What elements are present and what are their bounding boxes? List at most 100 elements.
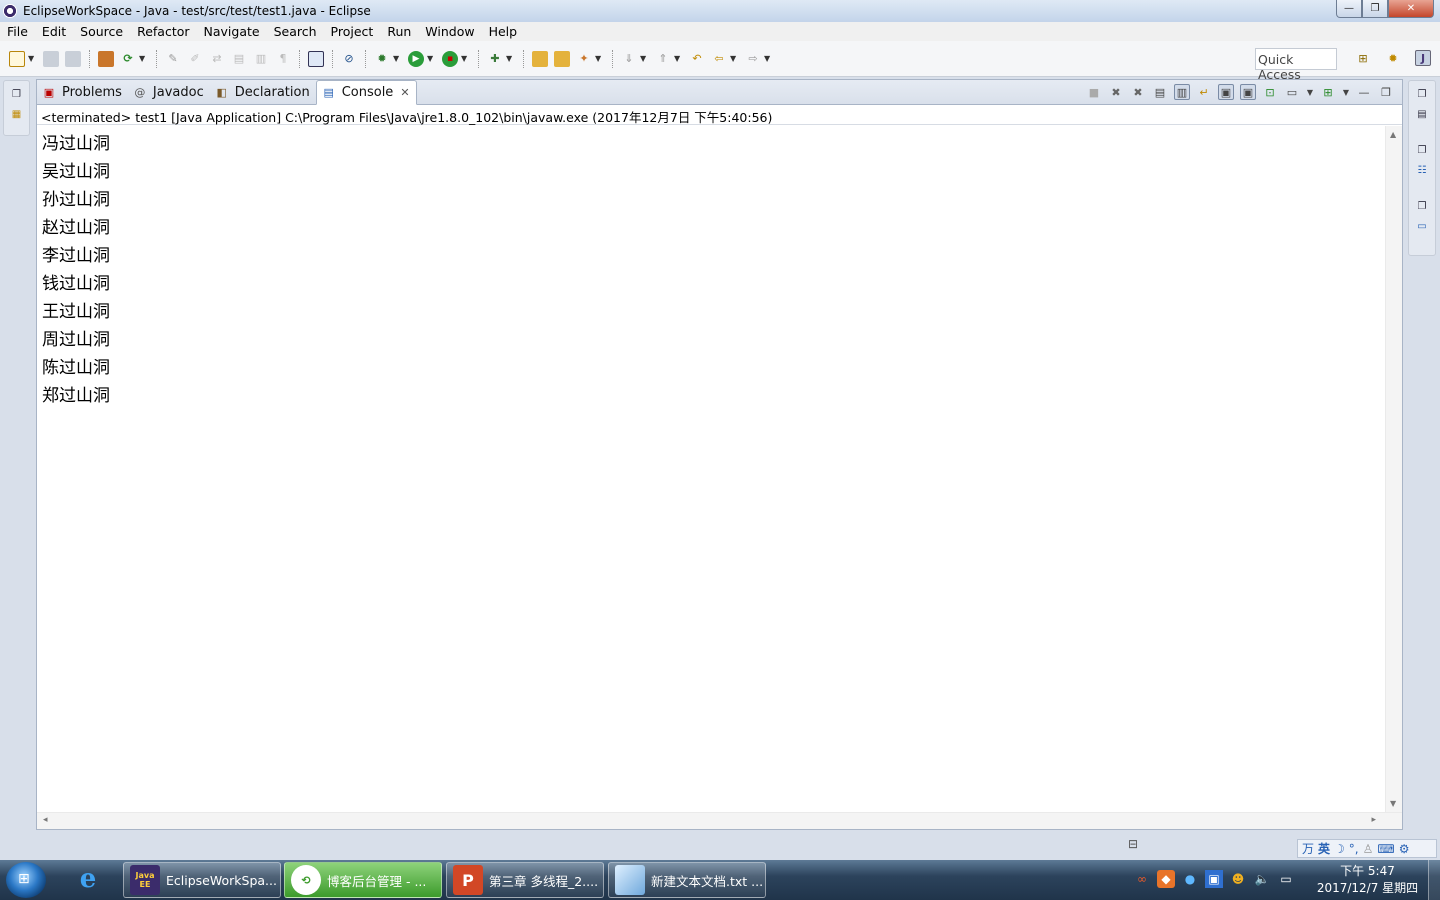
next-annotation-icon[interactable]: ⇓ — [621, 51, 637, 67]
internet-explorer-icon[interactable]: e — [70, 864, 106, 896]
back-arrow-icon[interactable]: ⇦ — [711, 51, 727, 67]
menu-refactor[interactable]: Refactor — [132, 24, 194, 39]
new-java-project-icon[interactable]: ✚ — [487, 51, 503, 67]
maximize-button[interactable]: ❐ — [1362, 0, 1388, 18]
scroll-right-icon[interactable]: ▸ — [1371, 815, 1376, 825]
close-button[interactable]: ✕ — [1388, 0, 1434, 18]
forward-arrow-icon[interactable]: ⇨ — [745, 51, 761, 67]
search-dropdown-icon[interactable]: ▼ — [595, 54, 603, 63]
ime-toolbar[interactable]: 万 英 ☽ °, ♙ ⌨ ⚙ — [1297, 839, 1437, 858]
taskbar-item-browser[interactable]: ⟲ 博客后台管理 - ... — [284, 862, 442, 898]
pin-console-icon[interactable]: ⊡ — [1262, 84, 1278, 100]
terminate-icon[interactable]: ■ — [1086, 84, 1102, 100]
console-toolbar-icon[interactable] — [308, 50, 324, 67]
search-icon[interactable]: ✦ — [576, 51, 592, 67]
new-java-dropdown-icon[interactable]: ▼ — [506, 54, 514, 63]
run-icon[interactable]: ▶ — [408, 50, 424, 67]
previous-annotation-icon[interactable]: ⇑ — [655, 51, 671, 67]
vertical-scrollbar[interactable]: ▲ ▼ — [1385, 126, 1402, 812]
new-dropdown-icon[interactable]: ▼ — [28, 54, 36, 63]
clear-console-icon[interactable]: ▤ — [1152, 84, 1168, 100]
tray-security-icon[interactable]: ◆ — [1157, 870, 1175, 888]
save-all-icon[interactable] — [65, 50, 81, 67]
previous-annotation-dropdown-icon[interactable]: ▼ — [674, 54, 682, 63]
run-dropdown-icon[interactable]: ▼ — [427, 54, 435, 63]
ime-punctuation-icon[interactable]: °, — [1349, 842, 1359, 856]
display-console-dropdown-icon[interactable]: ▼ — [1306, 84, 1314, 100]
network-icon[interactable]: ▭ — [1277, 870, 1295, 888]
tray-app-icon[interactable]: ∞ — [1133, 870, 1151, 888]
tab-console[interactable]: ▤ Console ✕ — [315, 80, 417, 105]
scroll-left-icon[interactable]: ◂ — [43, 815, 48, 825]
debug-icon[interactable]: ✹ — [374, 51, 390, 67]
taskbar-item-powerpoint[interactable]: P 第三章 多线程_2.... — [446, 862, 604, 898]
package-explorer-icon[interactable]: ▦ — [11, 109, 23, 121]
volume-icon[interactable]: 🔈 — [1253, 870, 1271, 888]
ime-keyboard-icon[interactable]: ⌨ — [1377, 842, 1394, 856]
ime-moon-icon[interactable]: ☽ — [1334, 842, 1345, 856]
minimize-view-icon[interactable]: — — [1356, 84, 1372, 100]
menu-window[interactable]: Window — [420, 24, 479, 39]
taskbar-item-notepad[interactable]: 新建文本文档.txt ... — [608, 862, 766, 898]
horizontal-scrollbar[interactable]: ◂ ▸ — [37, 812, 1402, 829]
scroll-lock-icon[interactable]: ▥ — [1174, 84, 1190, 100]
show-on-stdout-icon[interactable]: ▣ — [1218, 84, 1234, 100]
restore-icon[interactable]: ❐ — [1416, 145, 1428, 157]
progress-icon[interactable]: ⊟ — [1128, 837, 1144, 853]
skip-breakpoints-icon[interactable]: ⊘ — [341, 51, 357, 67]
highlight-icon[interactable]: ✐ — [187, 51, 203, 67]
scroll-up-icon[interactable]: ▲ — [1390, 130, 1396, 139]
open-console-dropdown-icon[interactable]: ▼ — [1342, 84, 1350, 100]
save-icon[interactable] — [43, 50, 59, 67]
system-clock[interactable]: 下午 5:47 2017/12/7 星期四 — [1310, 863, 1425, 897]
display-console-icon[interactable]: ▭ — [1284, 84, 1300, 100]
block-selection-icon[interactable]: ⇄ — [209, 51, 225, 67]
open-perspective-icon[interactable]: ⊞ — [1355, 50, 1371, 66]
close-tab-icon[interactable]: ✕ — [400, 86, 409, 99]
tray-network-tool-icon[interactable]: ▣ — [1205, 870, 1223, 888]
show-desktop-button[interactable] — [1428, 860, 1440, 900]
refresh-icon[interactable]: ⟳ — [120, 51, 136, 67]
scroll-down-icon[interactable]: ▼ — [1390, 799, 1396, 808]
menu-project[interactable]: Project — [326, 24, 379, 39]
restore-icon[interactable]: ❐ — [1416, 201, 1428, 213]
new-icon[interactable] — [9, 50, 25, 67]
ime-settings-icon[interactable]: ⚙ — [1399, 842, 1410, 856]
ime-logo-icon[interactable]: 万 — [1302, 840, 1314, 857]
format-icon[interactable]: ▥ — [253, 51, 269, 67]
toggle-mark-occurrences-icon[interactable]: ✎ — [165, 51, 181, 67]
show-whitespace-icon[interactable]: ▤ — [231, 51, 247, 67]
minimize-button[interactable]: — — [1336, 0, 1362, 18]
java-perspective-icon[interactable]: J — [1415, 50, 1431, 66]
quick-access-input[interactable]: Quick Access — [1255, 48, 1337, 82]
maximize-view-icon[interactable]: ❐ — [1378, 84, 1394, 100]
remove-all-terminated-icon[interactable]: ✖ — [1130, 84, 1146, 100]
tab-javadoc[interactable]: @ Javadoc — [128, 80, 210, 104]
ime-language-label[interactable]: 英 — [1318, 840, 1330, 857]
menu-file[interactable]: File — [2, 24, 33, 39]
start-button[interactable]: ⊞ — [6, 862, 46, 898]
last-edit-location-icon[interactable]: ↶ — [689, 51, 705, 67]
menu-edit[interactable]: Edit — [37, 24, 71, 39]
tray-cat-icon[interactable]: ☻ — [1229, 870, 1247, 888]
taskbar-item-eclipse[interactable]: Java EE EclipseWorkSpa... — [123, 862, 281, 898]
remove-launch-icon[interactable]: ✖ — [1108, 84, 1124, 100]
menu-search[interactable]: Search — [269, 24, 322, 39]
menu-source[interactable]: Source — [75, 24, 128, 39]
restore-icon[interactable]: ❐ — [1416, 89, 1428, 101]
back-dropdown-icon[interactable]: ▼ — [730, 54, 738, 63]
pilcrow-icon[interactable]: ¶ — [275, 51, 291, 67]
restore-icon[interactable]: ❐ — [11, 89, 23, 101]
next-annotation-dropdown-icon[interactable]: ▼ — [640, 54, 648, 63]
external-tools-dropdown-icon[interactable]: ▼ — [461, 54, 469, 63]
tray-qq-icon[interactable]: ● — [1181, 870, 1199, 888]
refresh-dropdown-icon[interactable]: ▼ — [139, 54, 147, 63]
tab-declaration[interactable]: ◧ Declaration — [210, 80, 316, 104]
open-folder-icon[interactable] — [532, 50, 548, 67]
word-wrap-icon[interactable]: ↵ — [1196, 84, 1212, 100]
open-type-icon[interactable] — [98, 50, 114, 67]
debug-perspective-icon[interactable]: ✹ — [1385, 50, 1401, 66]
editor-area-icon[interactable]: ▭ — [1416, 221, 1428, 233]
task-list-icon[interactable]: ▤ — [1416, 109, 1428, 121]
console-output[interactable]: 冯过山洞 吴过山洞 孙过山洞 赵过山洞 李过山洞 钱过山洞 王过山洞 周过山洞 … — [37, 126, 1385, 812]
